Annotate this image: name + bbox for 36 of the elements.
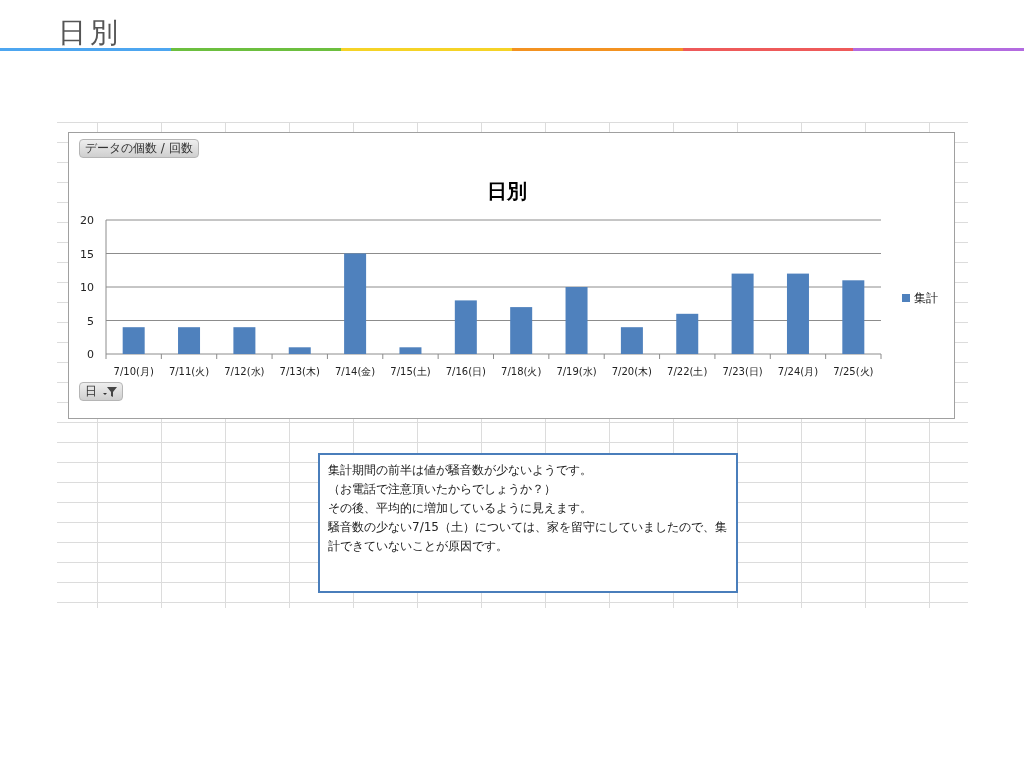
bar [288,347,311,354]
category-label: 7/25(火) [833,366,874,377]
category-label: 7/18(火) [501,366,542,377]
category-label: 7/24(月) [777,366,819,377]
bar [233,327,256,354]
category-label: 7/10(月) [113,366,154,377]
category-label: 7/20(木) [611,366,653,377]
bar [399,347,422,354]
chart-title: 日別 [486,178,527,205]
category-label: 7/13(木) [279,366,320,377]
slide-title: 日別 [57,15,123,48]
axis-field-button[interactable]: 日 [79,382,123,401]
legend-label: 集計 [914,291,938,305]
bar [620,327,643,354]
bar [122,327,145,354]
bar [454,300,477,354]
bar [178,327,201,354]
axis-label: 20 [80,214,94,227]
category-label: 7/14(金) [334,366,376,377]
category-label: 7/16(日) [445,366,486,377]
axis-label: 5 [87,314,94,328]
bar [510,307,533,354]
category-label: 7/12(水) [224,366,265,377]
axis-label: 15 [80,247,94,261]
category-label: 7/19(水) [556,366,597,377]
category-label: 7/23(日) [722,366,763,377]
axis-label: 10 [80,281,94,294]
comment-text: 集計期間の前半は値が騒音数が少ないようです。 （お電話で注意頂いたからでしょうか？） その後、平均的に増加しているように見えます。 騒音数の少ない7/15（土）については、家を留守にしていましたので、集計できていないことが原因です。 [328,462,728,555]
category-label: 7/15(土) [390,366,431,377]
bar [676,313,699,354]
filter-icon [103,385,117,398]
axis-label: 0 [87,348,94,361]
category-label: 7/22(土) [667,366,708,377]
bar [565,287,588,354]
field-button[interactable]: データの個数 / 回数 [79,139,199,158]
category-label: 7/11(火) [168,366,210,377]
